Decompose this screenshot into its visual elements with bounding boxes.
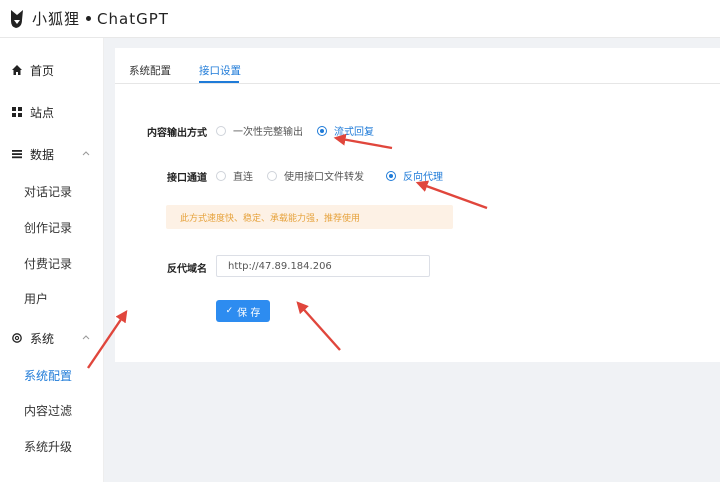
list-icon — [10, 147, 24, 161]
radio-label: 一次性完整输出 — [233, 127, 303, 138]
radio-circle-checked — [317, 125, 327, 136]
sidebar-subitem-users[interactable]: 用户 — [24, 289, 48, 307]
tab-interface-settings[interactable]: 接口设置 — [199, 63, 241, 78]
chevron-up-icon — [80, 147, 92, 159]
save-button-label: 保 存 — [237, 307, 261, 319]
save-button[interactable]: ✓ 保 存 — [216, 300, 270, 322]
radio-label: 使用接口文件转发 — [284, 172, 364, 183]
brand-product: ChatGPT — [97, 10, 169, 28]
radio-direct[interactable]: 直连 — [216, 168, 253, 183]
sidebar-subitem-chat-log[interactable]: 对话记录 — [24, 182, 72, 200]
proxy-domain-label: 反代域名 — [167, 264, 207, 275]
chevron-up-icon — [80, 331, 92, 343]
sidebar-item-label: 系统 — [30, 331, 55, 346]
check-icon: ✓ — [225, 306, 234, 316]
radio-full-output[interactable]: 一次性完整输出 — [216, 123, 303, 138]
sidebar-item-label: 数据 — [30, 147, 55, 162]
radio-circle-checked — [386, 170, 396, 181]
sidebar-item-home[interactable]: 首页 — [0, 60, 104, 80]
radio-label: 直连 — [233, 172, 253, 183]
sidebar-subitem-system-config[interactable]: 系统配置 — [24, 366, 72, 384]
output-mode-label: 内容输出方式 — [147, 128, 207, 139]
sidebar-item-system[interactable]: 系统 — [0, 328, 104, 348]
sidebar-item-label: 站点 — [30, 105, 55, 120]
radio-label: 反向代理 — [403, 172, 443, 183]
sidebar: 首页 站点 数据 对话记录 创作记录 付费记录 用户 系统 系统配置 内容过滤 … — [0, 38, 104, 482]
radio-circle — [216, 125, 226, 136]
top-header: 小狐狸 ChatGPT — [0, 0, 720, 38]
gear-icon — [10, 331, 24, 345]
brand-title: 小狐狸 ChatGPT — [32, 8, 169, 29]
settings-card: 系统配置 接口设置 内容输出方式 一次性完整输出 流式回复 接口通道 直连 使用… — [115, 48, 720, 362]
brand-separator — [86, 16, 92, 21]
sidebar-subitem-system-upgrade[interactable]: 系统升级 — [24, 437, 72, 455]
radio-stream-reply[interactable]: 流式回复 — [317, 123, 374, 138]
sidebar-item-site[interactable]: 站点 — [0, 102, 104, 122]
tab-system-config[interactable]: 系统配置 — [129, 63, 171, 78]
home-icon — [10, 63, 24, 77]
sidebar-subitem-payment-log[interactable]: 付费记录 — [24, 254, 72, 272]
proxy-domain-input[interactable]: http://47.89.184.206 — [216, 255, 430, 277]
sidebar-item-data[interactable]: 数据 — [0, 144, 104, 164]
tab-active-indicator — [199, 81, 239, 83]
radio-circle — [216, 170, 226, 181]
channel-label: 接口通道 — [167, 173, 207, 184]
radio-reverse-proxy[interactable]: 反向代理 — [386, 168, 443, 183]
radio-file-forward[interactable]: 使用接口文件转发 — [267, 168, 364, 183]
recommend-alert: 此方式速度快、稳定、承载能力强，推荐使用 — [166, 205, 453, 229]
radio-circle — [267, 170, 277, 181]
fox-logo-icon — [8, 8, 26, 30]
app-root: 小狐狸 ChatGPT 首页 站点 数据 对话记录 创作记录 付费记录 用户 系… — [0, 0, 720, 482]
tab-bar: 系统配置 接口设置 — [115, 48, 720, 84]
grid-icon — [10, 105, 24, 119]
sidebar-subitem-content-filter[interactable]: 内容过滤 — [24, 401, 72, 419]
radio-label: 流式回复 — [334, 127, 374, 138]
sidebar-item-label: 首页 — [30, 63, 55, 78]
sidebar-subitem-creation-log[interactable]: 创作记录 — [24, 218, 72, 236]
brand-logo-text: 小狐狸 — [32, 10, 81, 28]
